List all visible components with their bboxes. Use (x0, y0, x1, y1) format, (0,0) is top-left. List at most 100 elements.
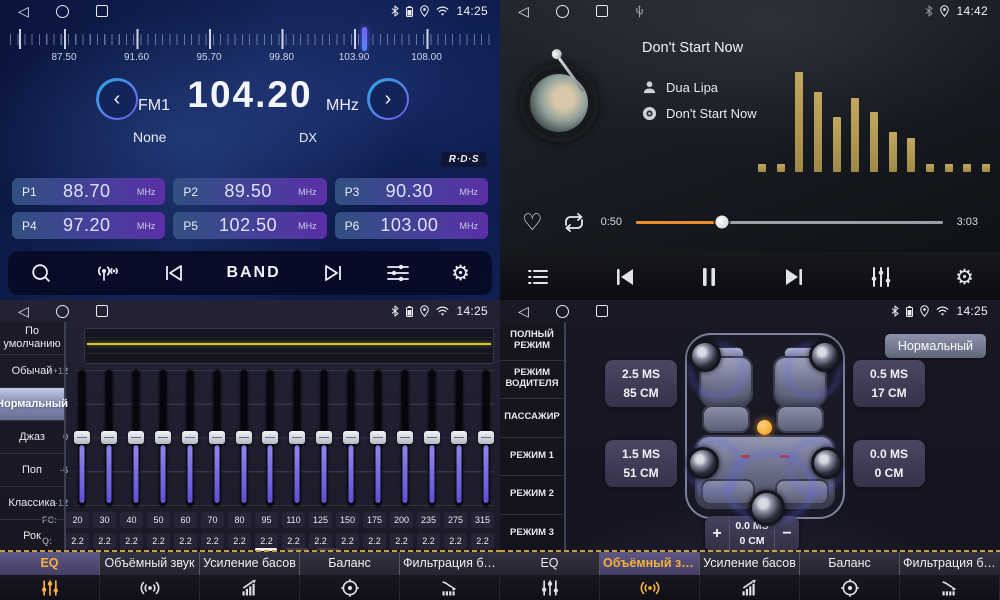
tab-bass-boost[interactable]: Усиление басов (200, 552, 300, 600)
slider-handle[interactable] (155, 431, 171, 444)
slider-handle[interactable] (478, 431, 494, 444)
rear-right-speaker-icon[interactable] (811, 447, 843, 479)
profile-button[interactable]: Нормальный (885, 334, 986, 358)
listening-mode-item[interactable]: ПАССАЖИР (500, 399, 564, 438)
back-icon[interactable]: ◁ (518, 304, 529, 318)
eq-band-slider[interactable] (287, 370, 307, 506)
favorite-icon[interactable]: ♡ (522, 211, 543, 234)
listening-mode-item[interactable]: РЕЖИМ 1 (500, 438, 564, 477)
listening-mode-item[interactable]: ПОЛНЫЙ РЕЖИМ (500, 322, 564, 361)
sliders-icon[interactable] (386, 262, 410, 284)
front-right-delay-button[interactable]: 0.5 MS 17 CM (853, 360, 925, 407)
eq-band-slider[interactable] (395, 370, 415, 506)
recents-icon[interactable] (96, 5, 108, 17)
gear-icon[interactable]: ⚙ (955, 267, 974, 288)
eq-band-slider[interactable] (234, 370, 254, 506)
radio-preset-p5[interactable]: P5102.50MHz (173, 212, 326, 239)
home-icon[interactable] (56, 305, 69, 318)
eq-preset-item[interactable]: Джаз (0, 421, 64, 454)
gear-icon[interactable]: ⚙ (451, 263, 470, 284)
slider-handle[interactable] (451, 431, 467, 444)
radio-preset-p4[interactable]: P497.20MHz (12, 212, 165, 239)
radio-preset-p3[interactable]: P390.30MHz (335, 178, 488, 205)
search-icon[interactable] (30, 262, 52, 284)
repeat-icon[interactable] (561, 213, 587, 232)
previous-station-icon[interactable] (162, 263, 186, 283)
radio-preset-p2[interactable]: P289.50MHz (173, 178, 326, 205)
listening-mode-item[interactable]: РЕЖИМ 2 (500, 476, 564, 515)
eq-band-slider[interactable] (153, 370, 173, 506)
tab-filter[interactable]: Фильтрация ба... (400, 552, 500, 600)
slider-handle[interactable] (343, 431, 359, 444)
listening-mode-item[interactable]: РЕЖИМ 3 (500, 515, 564, 553)
front-left-delay-button[interactable]: 2.5 MS 85 CM (605, 360, 677, 407)
tab-surround[interactable]: Объёмный звук (600, 552, 700, 600)
eq-band-slider[interactable] (260, 370, 280, 506)
slider-handle[interactable] (101, 431, 117, 444)
slider-handle[interactable] (182, 431, 198, 444)
slider-handle[interactable] (289, 431, 305, 444)
radio-preset-p6[interactable]: P6103.00MHz (335, 212, 488, 239)
eq-band-slider[interactable] (314, 370, 334, 506)
slider-handle[interactable] (316, 431, 332, 444)
rear-left-speaker-icon[interactable] (687, 447, 719, 479)
eq-band-slider[interactable] (126, 370, 146, 506)
back-icon[interactable]: ◁ (18, 304, 29, 318)
eq-band-slider[interactable] (368, 370, 388, 506)
tab-eq[interactable]: EQ (500, 552, 600, 600)
listening-mode-item[interactable]: РЕЖИМ ВОДИТЕЛЯ (500, 361, 564, 400)
front-left-speaker-icon[interactable] (689, 340, 721, 372)
tab-balance[interactable]: Баланс (800, 552, 900, 600)
eq-band-slider[interactable] (207, 370, 227, 506)
home-icon[interactable] (556, 5, 569, 18)
slider-handle[interactable] (236, 431, 252, 444)
next-station-icon[interactable] (321, 263, 345, 283)
slider-handle[interactable] (397, 431, 413, 444)
eq-band-slider[interactable] (449, 370, 469, 506)
tab-balance[interactable]: Баланс (300, 552, 400, 600)
tab-surround[interactable]: Объёмный звук (100, 552, 200, 600)
eq-preset-item[interactable]: Рок (0, 520, 64, 552)
equalizer-icon[interactable] (869, 266, 893, 288)
front-right-speaker-icon[interactable] (809, 340, 841, 372)
eq-preset-item[interactable]: Поп (0, 454, 64, 487)
eq-band-slider[interactable] (72, 370, 92, 506)
pause-icon[interactable] (700, 266, 718, 288)
home-icon[interactable] (56, 5, 69, 18)
seek-bar-handle[interactable] (715, 216, 728, 229)
slider-handle[interactable] (370, 431, 386, 444)
tab-eq[interactable]: EQ (0, 552, 100, 600)
subwoofer-icon[interactable] (749, 490, 785, 526)
previous-track-icon[interactable] (612, 266, 638, 288)
next-track-icon[interactable] (781, 266, 807, 288)
tab-bass-boost[interactable]: Усиление басов (700, 552, 800, 600)
eq-preset-item[interactable]: Классика (0, 487, 64, 520)
recents-icon[interactable] (596, 5, 608, 17)
back-icon[interactable]: ◁ (18, 4, 29, 18)
rear-left-delay-button[interactable]: 1.5 MS 51 CM (605, 440, 677, 487)
playlist-icon[interactable] (526, 267, 550, 287)
eq-band-slider[interactable] (180, 370, 200, 506)
eq-preset-item[interactable]: По умолчанию (0, 322, 64, 355)
frequency-scale[interactable] (10, 27, 490, 51)
eq-band-slider[interactable] (476, 370, 496, 506)
broadcast-icon[interactable] (93, 262, 121, 284)
slider-handle[interactable] (262, 431, 278, 444)
band-button[interactable]: BAND (226, 264, 280, 282)
listening-position-dot[interactable] (757, 420, 772, 435)
slider-handle[interactable] (128, 431, 144, 444)
rear-right-delay-button[interactable]: 0.0 MS 0 CM (853, 440, 925, 487)
slider-handle[interactable] (209, 431, 225, 444)
eq-band-slider[interactable] (341, 370, 361, 506)
tab-filter[interactable]: Фильтрация ба... (900, 552, 1000, 600)
eq-band-slider[interactable] (422, 370, 442, 506)
back-icon[interactable]: ◁ (518, 4, 529, 18)
radio-preset-p1[interactable]: P188.70MHz (12, 178, 165, 205)
seek-bar[interactable] (636, 221, 943, 224)
home-icon[interactable] (556, 305, 569, 318)
eq-preset-item[interactable]: Нормальный (0, 388, 64, 421)
slider-handle[interactable] (424, 431, 440, 444)
plus-button[interactable]: + (705, 516, 729, 552)
recents-icon[interactable] (96, 305, 108, 317)
slider-handle[interactable] (74, 431, 90, 444)
